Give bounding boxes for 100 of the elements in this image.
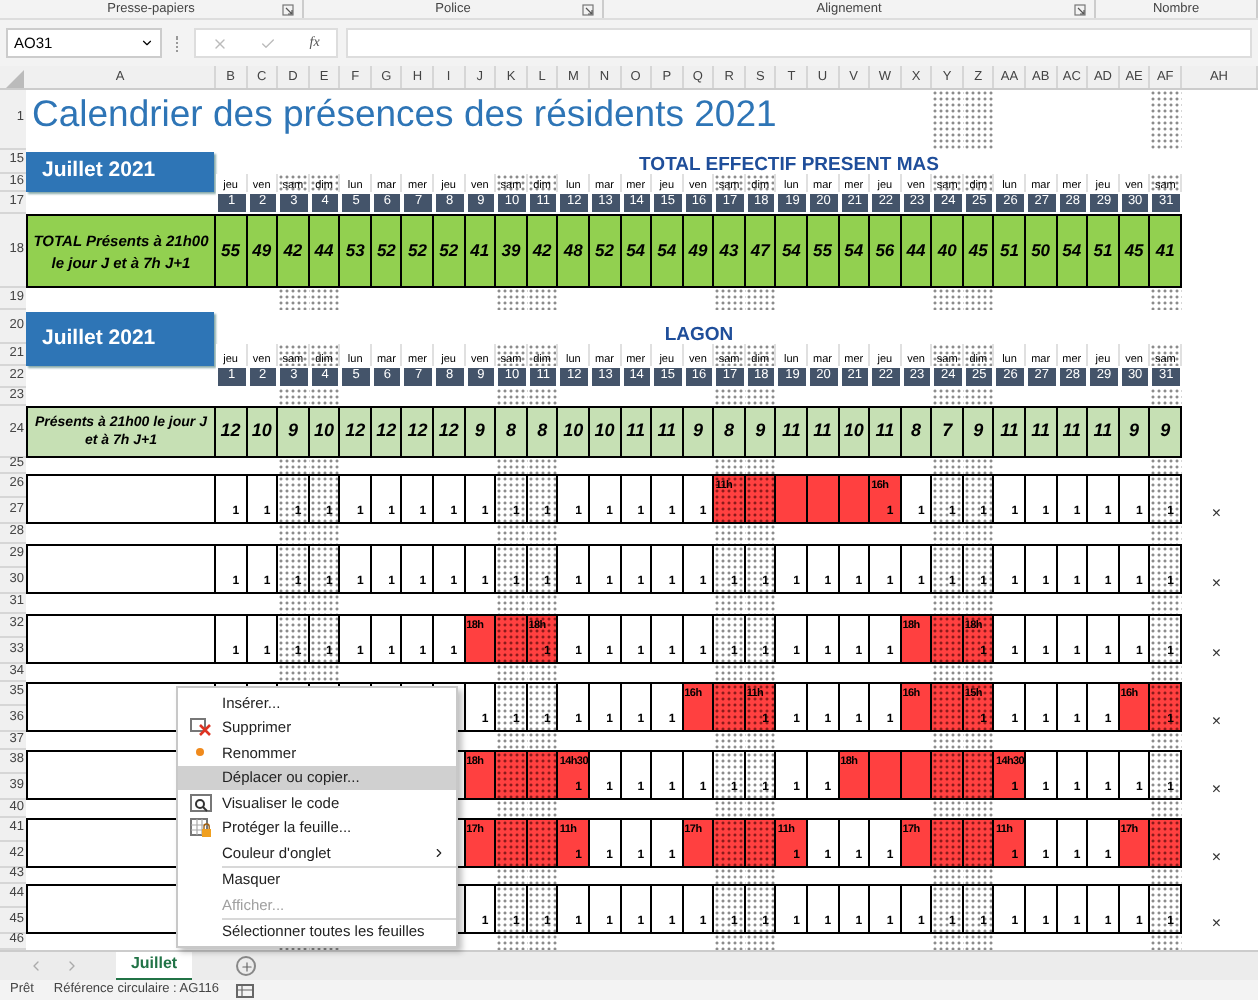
shaded-cell [527,288,559,310]
total-cell: 54 [621,214,653,288]
shaded-cell [496,288,528,310]
total-cell: 44 [309,214,341,288]
shaded-cell [714,594,746,614]
shaded-cell [745,524,777,544]
shaded-cell [496,800,528,818]
shaded-cell [527,524,559,544]
shaded-cell [963,594,995,614]
shaded-cell [714,388,746,406]
total-cell: 52 [402,214,435,288]
shaded-cell [278,594,310,614]
total-cell: 8 [901,406,933,458]
total-cell: 45 [1119,214,1151,288]
total-cell: 47 [745,214,777,288]
total-cell: 10 [247,406,279,458]
shaded-cell [496,524,528,544]
total-cell: 42 [278,214,310,288]
scroll-left-icon[interactable] [28,958,44,974]
shaded-cell [963,664,995,682]
shaded-cell [1150,524,1182,544]
shaded-cell [1150,934,1182,950]
shaded-cell [932,664,964,682]
add-sheet-button[interactable] [236,956,256,976]
total-cell: 53 [340,214,372,288]
shaded-cell [1150,868,1182,884]
shaded-cell [932,732,964,750]
total-cell: 10 [839,406,871,458]
total-cell: 43 [714,214,746,288]
shaded-cell [496,664,528,682]
shaded-cell [1150,664,1182,682]
shaded-cell [963,288,995,310]
shaded-cell [963,90,995,150]
total-cell: 11 [807,406,840,458]
total-cell: 7 [932,406,964,458]
shaded-cell [527,732,559,750]
shaded-cell [1150,458,1182,474]
total-cell: 49 [683,214,715,288]
total-cell: 9 [745,406,777,458]
total-cell: 8 [496,406,528,458]
total-cell: 11 [1026,406,1058,458]
total-cell: 11 [1057,406,1089,458]
total-cell: 54 [652,214,684,288]
total-cell: 9 [683,406,715,458]
shaded-cell [963,732,995,750]
shaded-cell [963,388,995,406]
end-mark: × [1211,780,1222,800]
total-cell: 12 [340,406,372,458]
total-cell: 41 [465,214,497,288]
total-cell: 12 [402,406,435,458]
total-cell: 8 [527,406,559,458]
launcher-icon[interactable] [1074,4,1086,16]
shaded-cell [1150,594,1182,614]
total-cell: 9 [1119,406,1151,458]
total-cell: 12 [371,406,403,458]
shaded-cell [309,594,341,614]
total-cell: 11 [1088,406,1120,458]
check-icon[interactable] [260,35,277,51]
shaded-cell [745,800,777,818]
formula-input[interactable] [346,28,1252,58]
cancel-icon[interactable] [212,35,229,51]
total-cell: 8 [714,406,746,458]
total-cell: 54 [1057,214,1089,288]
shaded-cell [932,524,964,544]
total-cell: 42 [527,214,559,288]
shaded-cell [527,800,559,818]
sheet-tab[interactable]: Juillet [116,951,192,981]
total-cell: 9 [1150,406,1182,458]
total-cell: 9 [465,406,497,458]
total-cell: 54 [776,214,808,288]
shaded-cell [1150,288,1182,310]
delete-icon [189,718,211,737]
total-cell: 9 [963,406,995,458]
end-mark: × [1211,504,1222,524]
shaded-cell [278,388,310,406]
total-cell: 55 [807,214,840,288]
launcher-icon[interactable] [282,4,294,16]
end-mark: × [1211,712,1222,732]
total-cell: 49 [247,214,279,288]
shaded-cell [714,288,746,310]
shaded-cell [309,524,341,544]
total-cell: 52 [589,214,622,288]
launcher-icon[interactable] [582,4,594,16]
shaded-cell [745,594,777,614]
shaded-cell [496,594,528,614]
dropdown-icon [140,36,154,50]
shaded-cell [1150,732,1182,750]
shaded-cell [932,594,964,614]
scroll-right-icon[interactable] [64,958,80,974]
shaded-cell [278,524,310,544]
shaded-cell [963,524,995,544]
end-mark: × [1211,848,1222,868]
shaded-cell [496,732,528,750]
total-cell: 12 [216,406,248,458]
shaded-cell [309,664,341,682]
total-cell: 10 [309,406,341,458]
total-cell: 11 [776,406,808,458]
section-heading: TOTAL EFFECTIF PRESENT MAS [639,155,939,174]
total-cell: 40 [932,214,964,288]
total-cell: 48 [558,214,590,288]
